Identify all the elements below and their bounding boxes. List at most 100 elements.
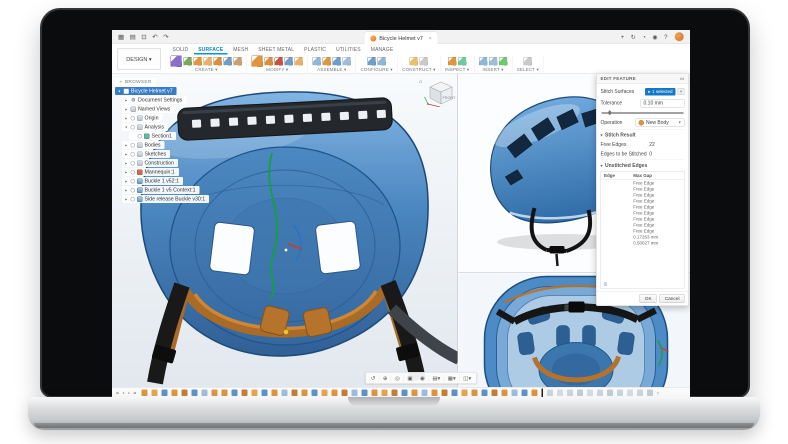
timeline-feature-icon[interactable]	[501, 390, 507, 397]
timeline-feature-icon[interactable]	[161, 390, 167, 397]
visibility-icon[interactable]	[131, 161, 136, 166]
go-to-end-icon[interactable]: »	[133, 390, 136, 396]
orbit-icon[interactable]: ↺	[367, 375, 379, 382]
file-menu-icon[interactable]: ▤	[130, 33, 136, 41]
redo-icon[interactable]: ↷	[163, 33, 168, 41]
timeline-feature-icon[interactable]	[281, 390, 287, 397]
timeline-feature-icon[interactable]	[401, 390, 407, 397]
browser-item-side-release-buckle-v30-1[interactable]: ▸Side release Buckle v30:1	[122, 195, 209, 203]
unstitched-edge-row[interactable]: 0.17263 mm	[601, 234, 684, 240]
insert-mesh-icon[interactable]	[499, 57, 508, 66]
ok-button[interactable]: OK	[640, 294, 657, 303]
sweep-icon[interactable]	[224, 57, 233, 66]
timeline-feature-icon[interactable]	[531, 390, 537, 397]
timeline-feature-icon[interactable]	[461, 390, 467, 397]
progress-icon[interactable]: ◔	[642, 33, 646, 40]
timeline-feature-icon-suppressed[interactable]	[577, 390, 583, 397]
measure-icon[interactable]	[448, 57, 457, 66]
timeline-feature-icon[interactable]	[201, 390, 207, 397]
avatar[interactable]	[675, 32, 685, 42]
timeline-feature-icon[interactable]	[471, 390, 477, 397]
browser-item-document-settings[interactable]: ▸⚙Document Settings	[122, 96, 186, 104]
chevron-icon[interactable]: ▸	[124, 116, 129, 121]
timeline-feature-icon[interactable]	[521, 390, 527, 397]
browser-item-section1[interactable]: Section1	[129, 132, 176, 140]
revolve-icon[interactable]	[214, 57, 223, 66]
visibility-icon[interactable]	[131, 143, 136, 148]
timeline-feature-icon-suppressed[interactable]	[647, 390, 653, 397]
rigid-group-icon[interactable]	[333, 57, 342, 66]
timeline-feature-icon-suppressed[interactable]	[607, 390, 613, 397]
selection-chip[interactable]: ▸1 selected	[645, 88, 675, 96]
timeline-feature-icon[interactable]	[331, 390, 337, 397]
unstitched-edges-section[interactable]: ▾ Unstitched Edges	[601, 160, 685, 170]
timeline-feature-icon-suppressed[interactable]	[567, 390, 573, 397]
document-tab[interactable]: Bicycle Helmet v7 ×	[364, 32, 438, 45]
ribbon-tab-mesh[interactable]: MESH	[229, 45, 253, 55]
timeline-feature-icon[interactable]	[301, 390, 307, 397]
ribbon-tab-utilities[interactable]: UTILITIES	[332, 45, 366, 55]
home-icon[interactable]: ⌂	[419, 79, 422, 85]
timeline-feature-icon[interactable]	[351, 390, 357, 397]
timeline-feature-icon[interactable]	[191, 390, 197, 397]
timeline-feature-icon[interactable]	[451, 390, 457, 397]
step-back-icon[interactable]: ‹	[123, 390, 125, 396]
clear-selection-button[interactable]: ×	[678, 88, 685, 95]
save-icon[interactable]: ⊡	[141, 33, 146, 41]
unstitched-edge-row[interactable]: Free Edge	[601, 180, 684, 186]
timeline-feature-icon-suppressed[interactable]	[547, 390, 553, 397]
slider-handle[interactable]	[607, 110, 612, 115]
construct-axis-icon[interactable]	[420, 57, 429, 66]
timeline-feature-icon[interactable]	[421, 390, 427, 397]
timeline-feature-icon[interactable]	[241, 390, 247, 397]
pan-icon[interactable]: ⊕	[379, 375, 391, 382]
browser-header[interactable]: « BROWSER	[115, 78, 156, 86]
tolerance-slider[interactable]	[601, 110, 685, 117]
timeline-feature-icon[interactable]	[431, 390, 437, 397]
extend-icon[interactable]	[285, 57, 294, 66]
unstitched-edge-row[interactable]: Free Edge	[601, 210, 684, 216]
create-form-icon[interactable]	[171, 56, 183, 68]
timeline-feature-icon[interactable]	[251, 390, 257, 397]
ribbon-tab-solid[interactable]: SOLID	[168, 45, 193, 55]
extrude-icon[interactable]	[204, 57, 213, 66]
joint-icon[interactable]	[323, 57, 332, 66]
job-status-icon[interactable]: ↻	[631, 33, 636, 40]
chevron-icon[interactable]: ▸	[124, 179, 129, 184]
timeline-feature-icon[interactable]	[341, 390, 347, 397]
press-pull-icon[interactable]	[252, 56, 264, 68]
browser-item-bicycle-helmet-v7[interactable]: ▾Bicycle Helmet v7	[115, 87, 177, 95]
timeline-feature-icon[interactable]	[391, 390, 397, 397]
unstitched-edge-row[interactable]: Free Edge	[601, 228, 684, 234]
timeline-feature-icon[interactable]	[231, 390, 237, 397]
browser-item-sketches[interactable]: ▸Sketches	[122, 150, 170, 158]
visibility-icon[interactable]	[131, 116, 136, 121]
visibility-icon[interactable]	[138, 134, 143, 139]
look-at-icon[interactable]: ◉	[417, 375, 429, 382]
trim-icon[interactable]	[275, 57, 284, 66]
select-icon[interactable]	[524, 57, 533, 66]
stitch-icon[interactable]	[295, 57, 304, 66]
timeline-feature-icon-suppressed[interactable]	[587, 390, 593, 397]
browser-item-buckle-1-v52-1[interactable]: ▸Buckle 1 v52:1	[122, 177, 183, 185]
timeline-feature-icon[interactable]	[321, 390, 327, 397]
unstitched-edge-row[interactable]: Free Edge	[601, 186, 684, 192]
timeline-feature-icon[interactable]	[151, 390, 157, 397]
fit-icon[interactable]: ▣	[404, 375, 417, 382]
section-analysis-icon[interactable]	[458, 57, 467, 66]
visibility-icon[interactable]	[131, 179, 136, 184]
chevron-icon[interactable]: ▸	[124, 197, 129, 202]
timeline-feature-icon[interactable]	[291, 390, 297, 397]
browser-item-origin[interactable]: ▸Origin	[122, 114, 163, 122]
close-tab-icon[interactable]: ×	[428, 35, 431, 41]
dialog-header[interactable]: EDIT FEATURE ▭	[597, 74, 689, 85]
timeline-feature-icon[interactable]	[381, 390, 387, 397]
motion-link-icon[interactable]	[343, 57, 352, 66]
display-settings-icon[interactable]: ▤▾	[429, 375, 444, 382]
chevron-icon[interactable]: ▸	[124, 170, 129, 175]
minimize-icon[interactable]: ▭	[680, 76, 685, 82]
unstitched-edge-row[interactable]: Free Edge	[601, 198, 684, 204]
timeline-feature-icon[interactable]	[171, 390, 177, 397]
timeline-feature-icon[interactable]	[361, 390, 367, 397]
new-tab-icon[interactable]: +	[621, 33, 625, 40]
